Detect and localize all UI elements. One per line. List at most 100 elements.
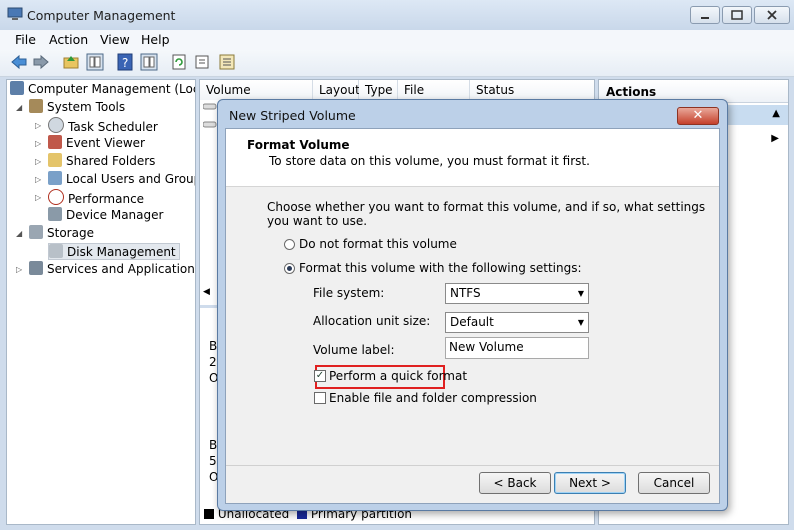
volume-label-input[interactable]: New Volume bbox=[445, 337, 589, 359]
maximize-button[interactable] bbox=[722, 6, 752, 24]
tree-item-event-viewer[interactable]: Event Viewer bbox=[48, 135, 145, 152]
file-system-select[interactable]: NTFS ▼ bbox=[445, 283, 589, 304]
tree-label: System Tools bbox=[47, 100, 126, 114]
collapse-arrow-icon[interactable]: ◢ bbox=[16, 103, 22, 112]
window-title: Computer Management bbox=[27, 8, 176, 23]
disk-row-fragment: B bbox=[209, 339, 218, 353]
dialog-title: New Striped Volume bbox=[229, 108, 356, 123]
tree-item-shared-folders[interactable]: Shared Folders bbox=[48, 153, 155, 170]
column-header-status[interactable]: Status bbox=[470, 80, 594, 100]
tree-item-storage[interactable]: Storage bbox=[29, 225, 94, 242]
chevron-down-icon: ▼ bbox=[577, 318, 584, 327]
refresh-icon[interactable] bbox=[170, 53, 188, 71]
next-button[interactable]: Next > bbox=[554, 472, 626, 494]
unallocated-swatch bbox=[204, 509, 214, 519]
menu-bar: File Action View Help bbox=[0, 30, 794, 50]
expand-arrow-icon[interactable]: ▷ bbox=[35, 175, 41, 184]
tree-label: Shared Folders bbox=[66, 154, 156, 168]
scroll-left-arrow-icon[interactable]: ◀ bbox=[203, 287, 210, 297]
column-header-type[interactable]: Type bbox=[359, 80, 398, 100]
collapse-section-icon[interactable]: ▲ bbox=[772, 108, 780, 119]
close-icon: ✕ bbox=[692, 108, 704, 123]
tree-item-device-manager[interactable]: Device Manager bbox=[48, 207, 163, 224]
menu-view[interactable]: View bbox=[100, 32, 130, 47]
event-viewer-icon bbox=[48, 135, 62, 149]
close-window-button[interactable] bbox=[754, 6, 790, 24]
tree-label: Local Users and Groups bbox=[66, 172, 196, 186]
dialog-close-button[interactable]: ✕ bbox=[677, 107, 719, 125]
tools-icon bbox=[29, 99, 43, 113]
forward-arrow-icon[interactable] bbox=[32, 53, 50, 71]
menu-action[interactable]: Action bbox=[49, 32, 88, 47]
expand-arrow-icon[interactable]: ▷ bbox=[35, 193, 41, 202]
back-button[interactable]: < Back bbox=[479, 472, 551, 494]
cancel-button[interactable]: Cancel bbox=[638, 472, 710, 494]
file-system-label: File system: bbox=[313, 286, 385, 300]
expand-arrow-icon[interactable]: ▷ bbox=[16, 265, 22, 274]
storage-icon bbox=[29, 225, 43, 239]
computer-management-icon bbox=[7, 7, 23, 20]
toolbar: ? bbox=[0, 50, 794, 77]
actions-title: Actions bbox=[606, 85, 657, 99]
allocation-unit-size-select[interactable]: Default ▼ bbox=[445, 312, 589, 333]
collapse-arrow-icon[interactable]: ◢ bbox=[16, 229, 22, 238]
menu-file[interactable]: File bbox=[15, 32, 36, 47]
expand-arrow-icon[interactable]: ▷ bbox=[35, 157, 41, 166]
more-actions-arrow-icon[interactable]: ▶ bbox=[771, 133, 779, 144]
console-tree: Computer Management (Local ◢ System Tool… bbox=[6, 79, 196, 525]
computer-icon bbox=[10, 81, 24, 95]
close-icon bbox=[767, 10, 777, 20]
radio-format-volume-label[interactable]: Format this volume with the following se… bbox=[299, 261, 582, 275]
footer-separator bbox=[226, 465, 719, 466]
radio-do-not-format-label[interactable]: Do not format this volume bbox=[299, 237, 457, 251]
device-manager-icon bbox=[48, 207, 62, 221]
tree-label: Event Viewer bbox=[66, 136, 145, 150]
allocation-unit-size-value: Default bbox=[450, 315, 494, 329]
tree-item-system-tools[interactable]: System Tools bbox=[29, 99, 125, 116]
clock-icon bbox=[48, 117, 64, 133]
tree-label: Services and Applications bbox=[47, 262, 196, 276]
properties-icon[interactable] bbox=[194, 53, 212, 71]
new-striped-volume-dialog: New Striped Volume ✕ Format Volume To st… bbox=[217, 99, 728, 511]
column-header-layout[interactable]: Layout bbox=[313, 80, 360, 100]
minimize-button[interactable] bbox=[690, 6, 720, 24]
wizard-page-title: Format Volume bbox=[247, 138, 350, 152]
tree-item-performance[interactable]: Performance bbox=[48, 189, 144, 206]
disk-row-fragment: B bbox=[209, 438, 218, 452]
tree-item-services[interactable]: Services and Applications bbox=[29, 261, 196, 278]
tree-item-computer-management[interactable]: Computer Management (Local bbox=[10, 81, 196, 98]
expand-arrow-icon[interactable]: ▷ bbox=[35, 121, 41, 130]
export-list-icon[interactable] bbox=[218, 53, 236, 71]
column-header-volume[interactable]: Volume bbox=[200, 80, 313, 100]
back-arrow-icon[interactable] bbox=[10, 53, 28, 71]
tree-label: Computer Management (Local bbox=[28, 82, 196, 96]
tree-item-disk-management[interactable]: Disk Management bbox=[48, 243, 180, 260]
wizard-page-subtitle: To store data on this volume, you must f… bbox=[269, 154, 590, 168]
file-system-value: NTFS bbox=[450, 286, 481, 300]
wizard-header: Format Volume To store data on this volu… bbox=[226, 129, 719, 187]
tree-label: Task Scheduler bbox=[68, 120, 158, 134]
quick-format-checkbox[interactable]: ✓ bbox=[314, 370, 326, 382]
radio-do-not-format[interactable] bbox=[284, 239, 295, 250]
show-hide-action-pane-icon[interactable] bbox=[140, 53, 158, 71]
menu-help[interactable]: Help bbox=[141, 32, 170, 47]
minimize-icon bbox=[701, 17, 709, 19]
show-hide-tree-icon[interactable] bbox=[86, 53, 104, 71]
help-icon[interactable]: ? bbox=[116, 53, 134, 71]
volume-icon bbox=[203, 121, 217, 128]
quick-format-label[interactable]: Perform a quick format bbox=[329, 369, 467, 383]
format-prompt: Choose whether you want to format this v… bbox=[267, 200, 706, 228]
users-icon bbox=[48, 171, 62, 185]
column-header-file-system[interactable]: File System bbox=[398, 80, 470, 117]
shared-folder-icon bbox=[48, 153, 62, 167]
compression-label[interactable]: Enable file and folder compression bbox=[329, 391, 537, 405]
tree-item-task-scheduler[interactable]: Task Scheduler bbox=[48, 117, 158, 134]
up-folder-icon[interactable] bbox=[62, 53, 80, 71]
dialog-body: Format Volume To store data on this volu… bbox=[225, 128, 720, 504]
compression-checkbox[interactable] bbox=[314, 392, 326, 404]
tree-item-local-users[interactable]: Local Users and Groups bbox=[48, 171, 196, 188]
computer-management-window: Computer Management File Action View Hel… bbox=[0, 0, 794, 530]
tree-label: Storage bbox=[47, 226, 94, 240]
expand-arrow-icon[interactable]: ▷ bbox=[35, 139, 41, 148]
radio-format-volume[interactable] bbox=[284, 263, 295, 274]
